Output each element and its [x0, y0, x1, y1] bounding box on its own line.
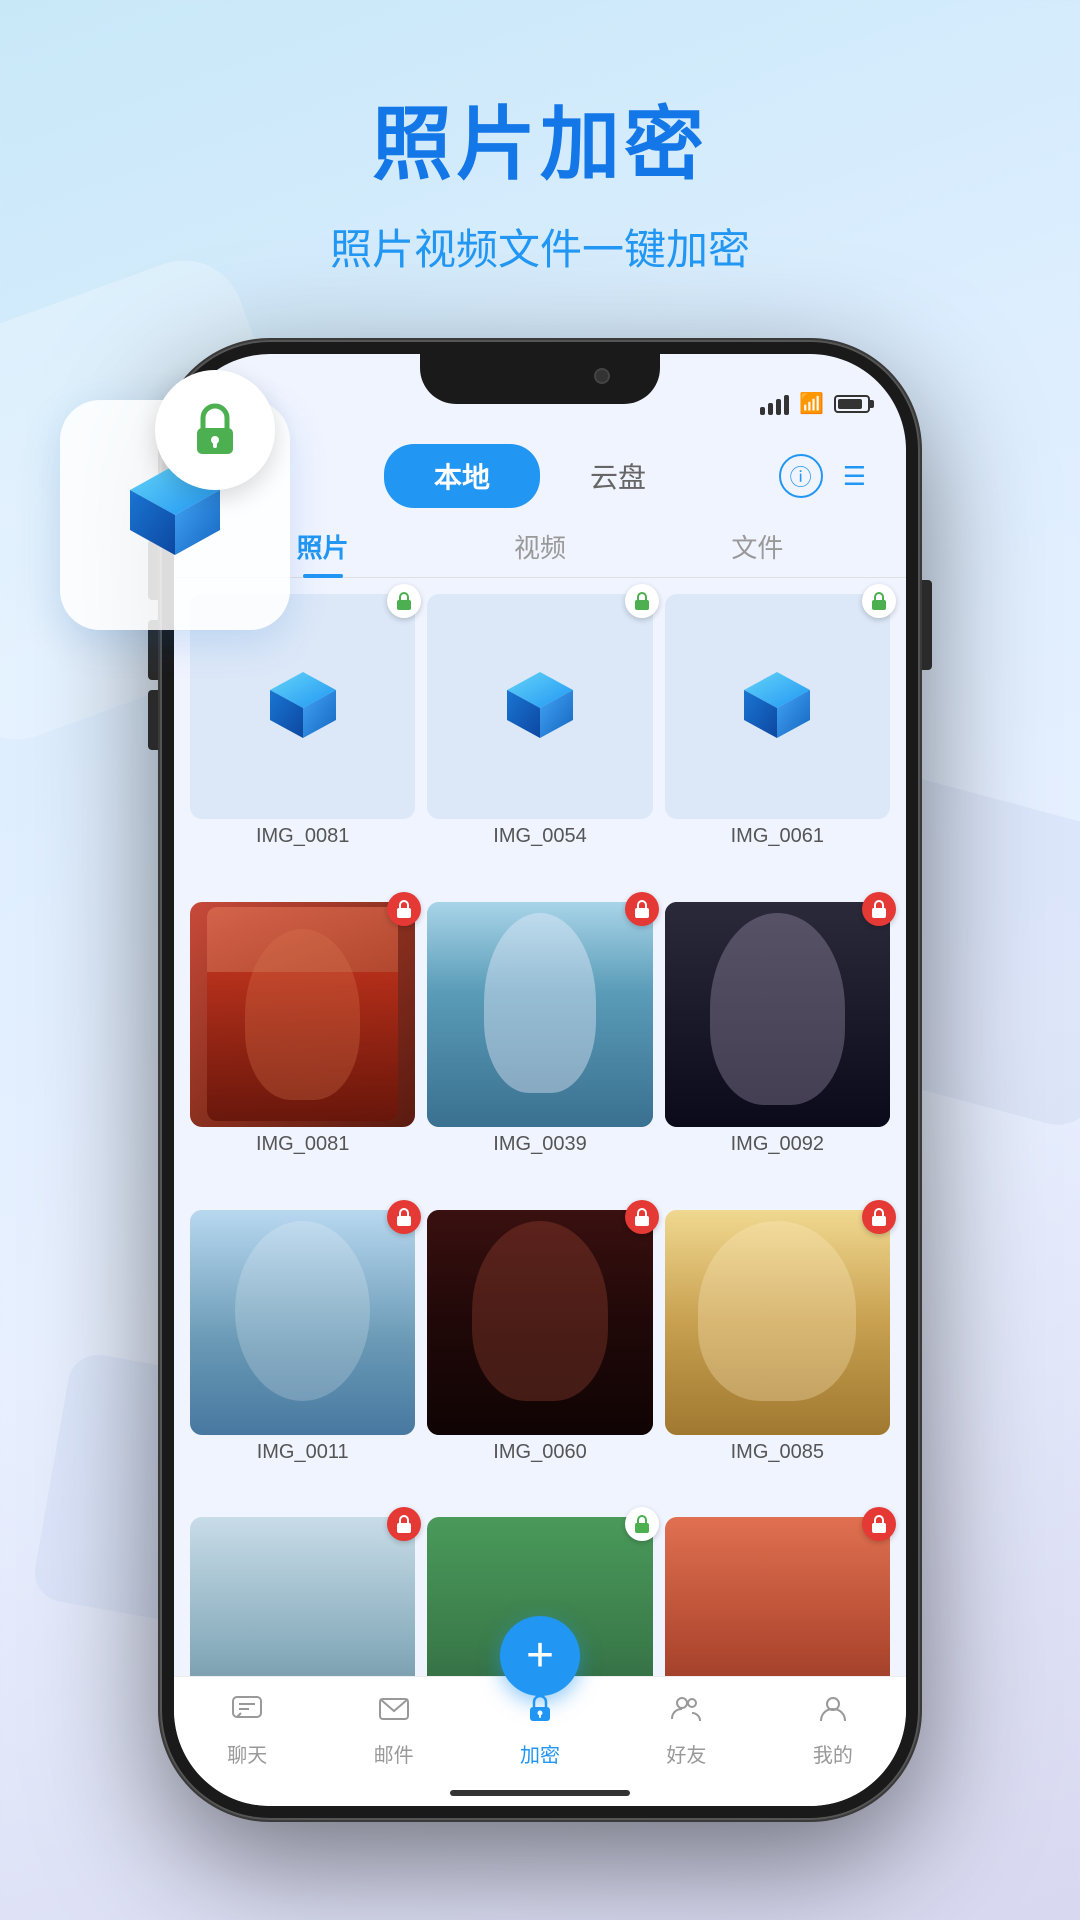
- lock-red-icon: [625, 1200, 659, 1234]
- list-item[interactable]: IMG_0092: [665, 902, 890, 1198]
- list-item[interactable]: IMG_0011: [190, 1210, 415, 1506]
- home-indicator: [450, 1790, 630, 1796]
- main-tab-icons: ⓘ ☰: [779, 454, 866, 498]
- nav-item-friends[interactable]: 好友: [613, 1693, 759, 1768]
- photo-name: IMG_0092: [731, 1133, 824, 1156]
- mail-icon: [378, 1693, 410, 1733]
- lock-red-icon: [862, 892, 896, 926]
- nav-label-friends: 好友: [666, 1739, 706, 1768]
- phone-notch: [420, 354, 660, 404]
- list-item[interactable]: IMG_0085: [665, 1210, 890, 1506]
- photo-thumb: [427, 1210, 652, 1435]
- list-item[interactable]: IMG_0081: [190, 594, 415, 890]
- chat-icon: [231, 1693, 263, 1733]
- lock-red-icon: [862, 1507, 896, 1541]
- lock-red-icon: [387, 1507, 421, 1541]
- photo-thumb: [665, 1210, 890, 1435]
- encrypt-icon: [524, 1693, 556, 1733]
- signal-icon: [760, 393, 789, 415]
- photo-name: IMG_0081: [256, 825, 349, 848]
- app-content: 本地 云盘 ⓘ ☰ 照片 视频 文件: [174, 424, 906, 1806]
- list-item[interactable]: IMG_0054: [427, 594, 652, 890]
- page-subtitle: 照片视频文件一键加密: [0, 216, 1080, 277]
- photo-name: IMG_0039: [493, 1133, 586, 1156]
- nav-label-chat: 聊天: [227, 1739, 267, 1768]
- encrypted-cube-icon: [732, 662, 822, 752]
- lock-green-icon: [625, 584, 659, 618]
- lock-red-icon: [862, 1200, 896, 1234]
- nav-label-profile: 我的: [813, 1739, 853, 1768]
- sub-tab-files[interactable]: 文件: [731, 528, 783, 577]
- profile-icon: [817, 1693, 849, 1733]
- list-item[interactable]: IMG_0060: [427, 1210, 652, 1506]
- nav-item-profile[interactable]: 我的: [760, 1693, 906, 1768]
- front-camera: [594, 368, 610, 384]
- photo-name: IMG_0061: [731, 825, 824, 848]
- page-title: 照片加密: [0, 80, 1080, 196]
- sub-tab-photos[interactable]: 照片: [297, 528, 349, 577]
- lock-red-icon: [387, 1200, 421, 1234]
- encrypted-cube-icon: [495, 662, 585, 752]
- list-item[interactable]: IMG_0081: [190, 902, 415, 1198]
- info-icon[interactable]: ⓘ: [779, 454, 823, 498]
- friends-icon: [670, 1693, 702, 1733]
- wifi-icon: 📶: [799, 391, 824, 416]
- photo-name: IMG_0011: [257, 1441, 349, 1464]
- photo-thumb: [190, 902, 415, 1127]
- list-icon[interactable]: ☰: [843, 461, 866, 492]
- lock-red-icon: [625, 892, 659, 926]
- photo-thumb: [665, 594, 890, 819]
- lock-green-icon: [387, 584, 421, 618]
- lock-badge: [155, 370, 275, 490]
- status-icons: 📶: [760, 391, 870, 416]
- add-button[interactable]: +: [500, 1616, 580, 1696]
- list-item[interactable]: IMG_0039: [427, 902, 652, 1198]
- photo-thumb: [427, 902, 652, 1127]
- nav-item-chat[interactable]: 聊天: [174, 1693, 320, 1768]
- nav-label-encrypt: 加密: [520, 1739, 560, 1768]
- nav-label-mail: 邮件: [374, 1739, 414, 1768]
- nav-item-encrypt[interactable]: 加密: [467, 1693, 613, 1768]
- lock-green-icon: [625, 1507, 659, 1541]
- nav-item-mail[interactable]: 邮件: [320, 1693, 466, 1768]
- photo-name: IMG_0060: [493, 1441, 586, 1464]
- encrypted-cube-icon: [258, 662, 348, 752]
- lock-green-icon: [862, 584, 896, 618]
- photo-name: IMG_0081: [256, 1133, 349, 1156]
- tab-local[interactable]: 本地: [384, 444, 540, 508]
- list-item[interactable]: IMG_0061: [665, 594, 890, 890]
- tab-cloud[interactable]: 云盘: [540, 444, 696, 508]
- lock-red-icon: [387, 892, 421, 926]
- photo-thumb: [190, 1210, 415, 1435]
- photo-name: IMG_0085: [731, 1441, 824, 1464]
- battery-icon: [834, 395, 870, 413]
- top-area: 照片加密 照片视频文件一键加密: [0, 80, 1080, 277]
- sub-tab-videos[interactable]: 视频: [514, 528, 566, 577]
- photo-thumb: [427, 594, 652, 819]
- photo-name: IMG_0054: [493, 825, 586, 848]
- photo-thumb: [665, 902, 890, 1127]
- lock-icon: [185, 400, 245, 460]
